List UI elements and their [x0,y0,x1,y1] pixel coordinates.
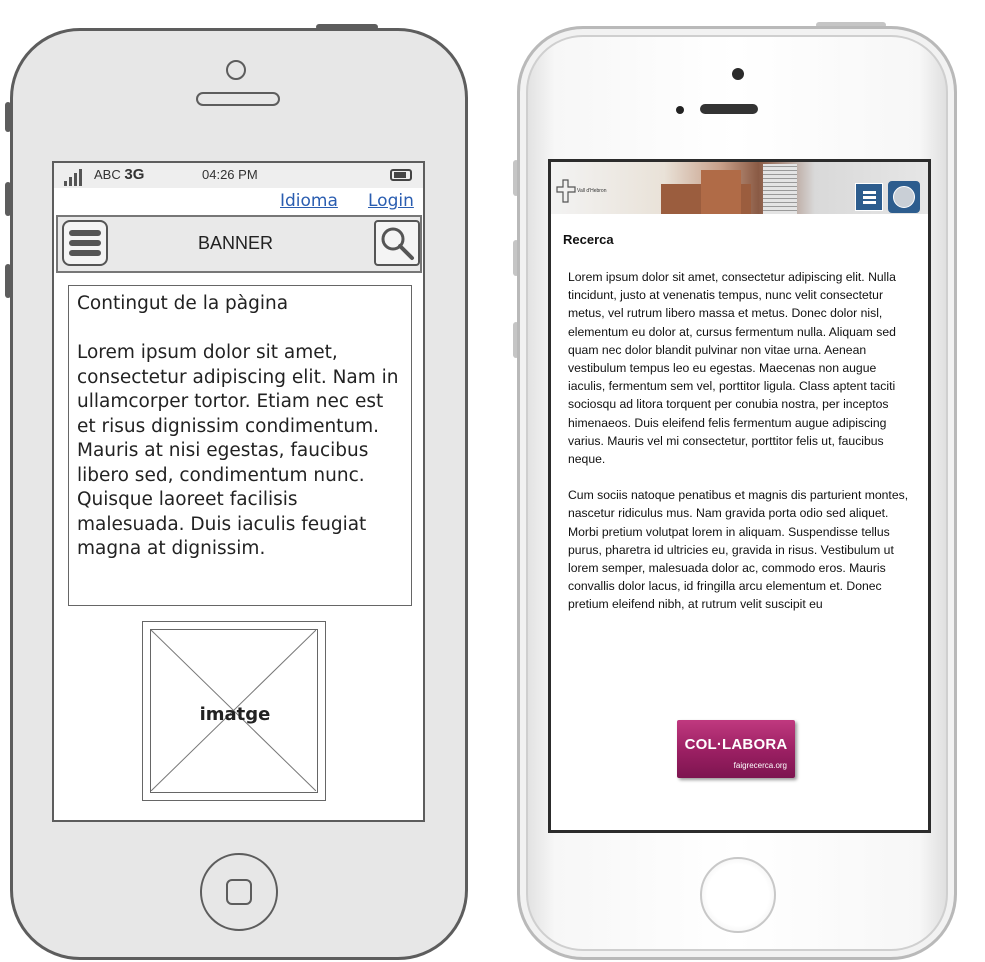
page-title: Recerca [563,232,614,247]
mockup-camera [732,68,744,80]
menu-icon[interactable] [855,183,883,211]
carrier-label: ABC 3G [94,166,145,183]
status-time: 04:26 PM [202,167,258,182]
image-placeholder-inner: imatge [150,629,318,793]
image-placeholder: imatge [142,621,326,801]
login-link[interactable]: Login [368,191,414,211]
page-content-box: Contingut de la pàgina Lorem ipsum dolor… [68,285,412,606]
mockup-home-button[interactable] [700,857,776,933]
site-header: Vall d'Hebron [551,162,928,214]
user-icon[interactable] [888,181,920,213]
article-body: Lorem ipsum dolor sit amet, consectetur … [568,268,912,632]
mockup-screen: Vall d'Hebron Recerca Lorem ipsum dolor … [548,159,931,833]
content-body: Lorem ipsum dolor sit amet, consectetur … [77,342,399,559]
banner: BANNER [56,215,422,273]
header-photo-building [701,170,741,214]
home-square-icon [226,879,252,905]
wireframe-speaker [196,92,280,106]
collabora-label: COL·LABORA [684,736,788,753]
signal-icon [64,168,90,186]
search-icon[interactable] [374,220,420,266]
banner-label: BANNER [198,233,274,253]
battery-icon [390,169,412,181]
collabora-button[interactable]: COL·LABORA faigrecerca.org [677,720,795,778]
wireframe-camera [226,60,246,80]
wireframe-screen: ABC 3G 04:26 PM Idioma Login BANNER Cont… [52,161,425,822]
paragraph: Cum sociis natoque penatibus et magnis d… [568,488,909,612]
hospital-logo-text: Vall d'Hebron [577,188,607,194]
hamburger-menu-icon[interactable] [62,220,108,266]
mockup-speaker [700,104,758,114]
status-bar: ABC 3G 04:26 PM [54,163,423,188]
paragraph: Lorem ipsum dolor sit amet, consectetur … [568,270,896,467]
header-photo-tower [763,164,797,214]
idioma-link[interactable]: Idioma [280,191,338,211]
mockup-sensor [676,106,684,114]
image-label: imatge [199,704,271,725]
hospital-logo-icon[interactable] [555,178,577,204]
content-heading: Contingut de la pàgina [77,293,289,314]
collabora-url: faigrecerca.org [733,761,787,770]
